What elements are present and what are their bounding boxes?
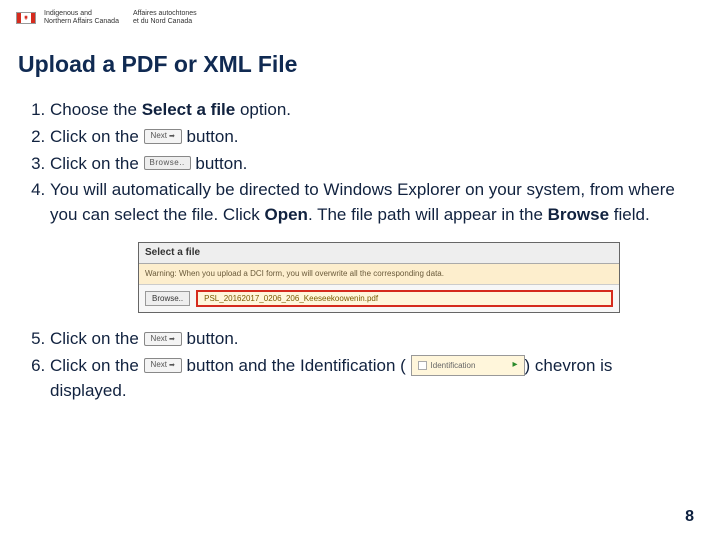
checkbox-icon [418,361,427,370]
gov-header: Indigenous and Northern Affairs Canada A… [0,0,720,25]
chevron-right-icon: ▸ [513,358,518,373]
department-signature: Indigenous and Northern Affairs Canada A… [44,10,197,25]
screenshot-warning: Warning: When you upload a DCI form, you… [139,264,619,285]
screenshot-title: Select a file [139,243,619,265]
screenshot-browse-button: Browse.. [145,291,190,307]
step-6: Click on the Next button and the Identif… [50,354,684,403]
dept-fr-line2: et du Nord Canada [133,18,197,26]
next-button-inline-2: Next [144,332,182,346]
screenshot-filepath: PSL_20162017_0206_206_Keeseekoowenin.pdf [196,290,613,308]
next-button-inline: Next [144,129,182,143]
page-title: Upload a PDF or XML File [18,51,720,78]
dept-fr-line1: Affaires autochtones [133,10,197,18]
page-number: 8 [685,508,694,526]
step-5: Click on the Next button. [50,327,684,352]
step-2: Click on the Next button. [50,125,684,150]
browse-button-inline: Browse.. [144,156,191,170]
identification-chevron: Identification▸ [411,355,525,376]
dept-en-line1: Indigenous and [44,10,119,18]
step-3: Click on the Browse.. button. [50,152,684,177]
step-4: You will automatically be directed to Wi… [50,178,684,313]
next-button-inline-3: Next [144,358,182,372]
canada-flag-icon [16,12,36,24]
screenshot-browse-row: Browse.. PSL_20162017_0206_206_Keeseekoo… [139,285,619,313]
instruction-list: Choose the Select a file option. Click o… [30,98,684,403]
step-1: Choose the Select a file option. [50,98,684,123]
select-file-screenshot: Select a file Warning: When you upload a… [138,242,620,314]
dept-en-line2: Northern Affairs Canada [44,18,119,26]
